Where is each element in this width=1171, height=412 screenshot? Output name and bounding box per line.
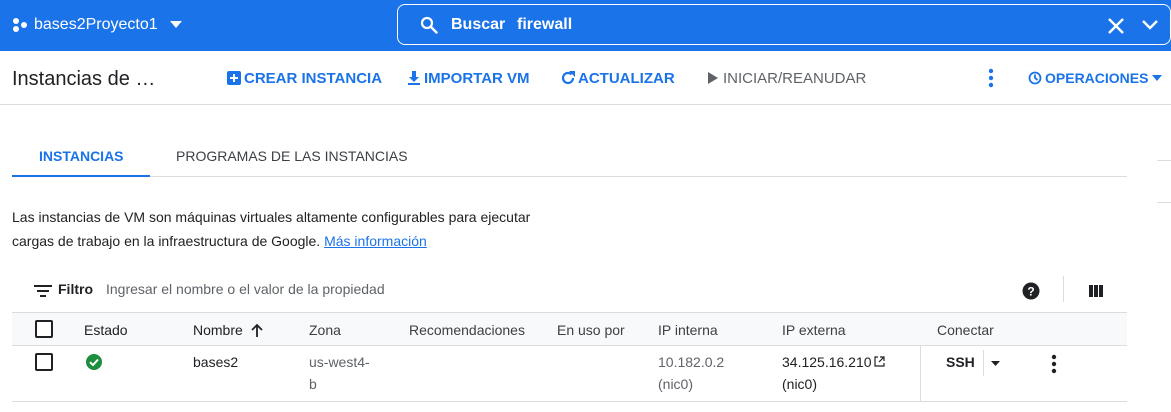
select-all-checkbox[interactable] <box>35 320 53 338</box>
tab-instances[interactable]: INSTANCIAS <box>39 148 124 164</box>
filter-bar: Filtro Ingresar el nombre o el valor de … <box>12 270 1127 312</box>
top-app-bar: bases2Proyecto1 Buscar firewall <box>0 0 1171 51</box>
table-row[interactable]: bases2 us-west4- b 10.182.0.2 (nic0) 34.… <box>12 346 1127 402</box>
check-circle-icon <box>86 354 102 370</box>
divider <box>983 350 984 376</box>
operations-button[interactable]: OPERACIONES <box>1028 69 1163 87</box>
column-header-in-use-by[interactable]: En uso por <box>557 322 625 338</box>
help-icon[interactable]: ? <box>1022 282 1040 300</box>
play-icon <box>708 72 718 84</box>
download-icon <box>408 71 420 85</box>
more-vert-icon[interactable] <box>984 67 998 89</box>
filter-list-icon <box>34 285 52 297</box>
search-icon <box>420 16 438 34</box>
project-name: bases2Proyecto1 <box>34 16 158 33</box>
table-header: Estado Nombre Zona Recomendaciones En us… <box>12 312 1127 346</box>
internal-ip: 10.182.0.2 (nic0) <box>658 354 725 392</box>
side-panel-divider <box>1157 160 1171 161</box>
column-header-external-ip[interactable]: IP externa <box>782 322 846 338</box>
row-checkbox[interactable] <box>35 353 53 371</box>
svg-text:?: ? <box>1027 285 1034 299</box>
search-input[interactable]: firewall <box>517 16 572 34</box>
instance-name[interactable]: bases2 <box>193 351 238 373</box>
refresh-icon <box>561 71 575 85</box>
more-vert-icon[interactable] <box>1048 353 1060 375</box>
learn-more-link[interactable]: Más información <box>324 233 427 249</box>
import-vm-button[interactable]: IMPORTAR VM <box>406 69 530 87</box>
project-selector[interactable]: bases2Proyecto1 <box>12 14 182 36</box>
page-title: Instancias de … <box>12 68 156 90</box>
external-ip-link[interactable]: 34.125.16.210 <box>782 351 885 373</box>
column-header-status[interactable]: Estado <box>84 322 128 338</box>
column-header-internal-ip[interactable]: IP interna <box>658 322 718 338</box>
filter-input[interactable]: Ingresar el nombre o el valor de la prop… <box>106 281 385 297</box>
tab-instance-schedules[interactable]: PROGRAMAS DE LAS INSTANCIAS <box>176 148 408 164</box>
close-icon[interactable] <box>1107 17 1125 35</box>
chevron-down-icon <box>1152 75 1163 81</box>
active-tab-indicator <box>12 175 150 177</box>
filter-label: Filtro <box>58 281 93 297</box>
description-line: Las instancias de VM son máquinas virtua… <box>12 209 531 225</box>
page-description: Las instancias de VM son máquinas virtua… <box>12 205 582 253</box>
instances-table: Estado Nombre Zona Recomendaciones En us… <box>12 312 1127 402</box>
external-ip: 34.125.16.210 (nic0) <box>782 351 885 395</box>
project-hierarchy-icon <box>13 18 27 32</box>
ssh-button[interactable]: SSH <box>946 354 975 370</box>
chevron-down-icon[interactable] <box>1142 19 1158 31</box>
chevron-down-icon <box>169 21 182 28</box>
divider <box>1063 276 1064 302</box>
search-box[interactable]: Buscar firewall <box>397 4 1171 45</box>
refresh-button[interactable]: ACTUALIZAR <box>560 69 675 87</box>
side-panel-divider <box>1157 202 1171 203</box>
chevron-down-icon[interactable] <box>991 361 1000 366</box>
column-header-connect: Conectar <box>937 322 994 338</box>
search-label: Buscar <box>451 16 506 33</box>
column-header-recommendations[interactable]: Recomendaciones <box>409 322 525 338</box>
page-toolbar: Instancias de … CREAR INSTANCIA IMPORTAR… <box>0 51 1171 105</box>
start-resume-button[interactable]: INICIAR/REANUDAR <box>705 69 866 87</box>
open-in-new-icon <box>873 356 885 367</box>
add-box-icon <box>227 71 241 85</box>
column-header-zone[interactable]: Zona <box>309 322 341 338</box>
create-instance-button[interactable]: CREAR INSTANCIA <box>226 69 382 87</box>
column-display-icon[interactable] <box>1088 283 1104 299</box>
operations-icon <box>1028 71 1042 85</box>
tab-bar: INSTANCIAS PROGRAMAS DE LAS INSTANCIAS <box>12 135 1127 177</box>
instance-zone: us-west4- b <box>309 354 370 392</box>
description-line: cargas de trabajo en la infraestructura … <box>12 233 427 249</box>
arrow-up-icon <box>251 323 263 337</box>
column-header-name[interactable]: Nombre <box>193 322 263 338</box>
